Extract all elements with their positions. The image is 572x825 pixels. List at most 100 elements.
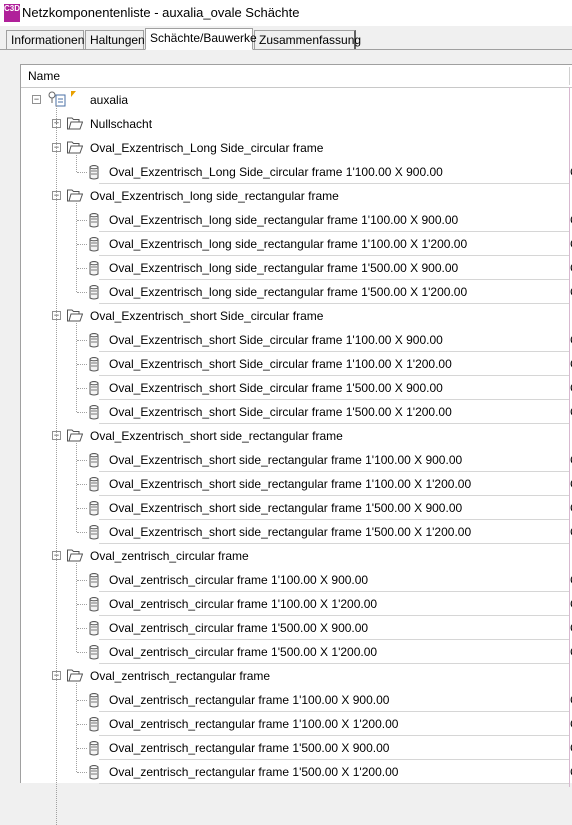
- tree-connector: [77, 220, 87, 221]
- tree-item-label: Oval_Exzentrisch_long side_rectangular f…: [109, 213, 459, 227]
- tree-item[interactable]: Oval_Exzentrisch_short side_rectangular …: [21, 472, 572, 496]
- tree-connector: [77, 700, 87, 701]
- tree-item[interactable]: Oval_Exzentrisch_short side_rectangular …: [21, 448, 572, 472]
- tree-item[interactable]: Oval_Exzentrisch_long side_rectangular f…: [21, 208, 572, 232]
- tab-zusammenfassung[interactable]: Zusammenfassung: [254, 30, 361, 49]
- tree-connector: [77, 508, 87, 509]
- tree-connector: [77, 172, 87, 173]
- manhole-structure-icon: [88, 404, 100, 420]
- tree-item[interactable]: Oval_Exzentrisch_short side_rectangular …: [21, 520, 572, 544]
- manhole-structure-icon: [88, 212, 100, 228]
- tree-connector: [77, 604, 87, 605]
- tree-connector: [76, 153, 77, 172]
- manhole-structure-icon: [88, 452, 100, 468]
- tree-connector: [76, 561, 77, 652]
- tree-item-label: Oval_Exzentrisch_long side_rectangular f…: [109, 285, 468, 299]
- manhole-structure-icon: [88, 260, 100, 276]
- tree-group[interactable]: − Oval_Exzentrisch_short side_rectangular…: [21, 424, 572, 448]
- tree-connector: [76, 441, 77, 532]
- tree-item[interactable]: Oval_zentrisch_circular frame 1'100.00 X…: [21, 592, 572, 616]
- tree-item-label: Oval_Exzentrisch_short side_rectangular …: [109, 501, 463, 515]
- tree-item-label: Oval_zentrisch_rectangular frame 1'100.0…: [109, 693, 390, 707]
- tree-connector: [77, 628, 87, 629]
- tab-informationen[interactable]: Informationen: [6, 30, 84, 49]
- tree-item-label: Oval_Exzentrisch_short side_rectangular …: [109, 525, 472, 539]
- tree-item-label: Oval_Exzentrisch_short Side_circular fra…: [109, 381, 443, 395]
- tree-group[interactable]: − Oval_Exzentrisch_short Side_circular fr…: [21, 304, 572, 328]
- tree-connector: [77, 340, 87, 341]
- tree-connector: [77, 364, 87, 365]
- tree-connector: [56, 105, 57, 825]
- tree-item[interactable]: Oval_zentrisch_rectangular frame 1'100.0…: [21, 712, 572, 736]
- tree-item[interactable]: Oval_zentrisch_circular frame 1'100.00 X…: [21, 568, 572, 592]
- tree-item[interactable]: Oval_Exzentrisch_Long Side_circular fram…: [21, 160, 572, 184]
- component-tree-panel: Name − auxalia + Nullschacht − Oval_Exzentris…: [20, 64, 572, 825]
- tree-root-auxalia[interactable]: − auxalia: [21, 88, 572, 112]
- folder-open-icon: [67, 549, 84, 562]
- tree-item[interactable]: Oval_Exzentrisch_short Side_circular fra…: [21, 376, 572, 400]
- tree-group-label: Oval_Exzentrisch_short Side_circular fra…: [90, 309, 324, 323]
- tree-group[interactable]: − Oval_zentrisch_rectangular frame: [21, 664, 572, 688]
- manhole-structure-icon: [88, 284, 100, 300]
- tree-item-label: Oval_Exzentrisch_Long Side_circular fram…: [109, 165, 443, 179]
- tree-connector: [77, 460, 87, 461]
- tab-bar: Informationen Haltungen Schächte/Bauwerk…: [0, 26, 572, 50]
- tree-item[interactable]: Oval_zentrisch_rectangular frame 1'500.0…: [21, 736, 572, 760]
- manhole-structure-icon: [88, 380, 100, 396]
- tab-schaechte-bauwerke[interactable]: Schächte/Bauwerke: [145, 28, 257, 50]
- tree-item[interactable]: Oval_zentrisch_circular frame 1'500.00 X…: [21, 640, 572, 664]
- tree-item[interactable]: Oval_Exzentrisch_long side_rectangular f…: [21, 280, 572, 304]
- tree-item[interactable]: Oval_zentrisch_rectangular frame 1'100.0…: [21, 688, 572, 712]
- tree-item-label: Oval_zentrisch_circular frame 1'500.00 X…: [109, 621, 369, 635]
- collapse-toggle[interactable]: −: [32, 95, 41, 104]
- civil3d-app-icon: C3D: [4, 4, 20, 22]
- folder-open-icon: [67, 189, 84, 202]
- manhole-structure-icon: [88, 524, 100, 540]
- column-separator[interactable]: [569, 67, 570, 85]
- tree-item[interactable]: Oval_Exzentrisch_short Side_circular fra…: [21, 400, 572, 424]
- manhole-structure-icon: [88, 236, 100, 252]
- tree-item-label: Oval_zentrisch_circular frame 1'500.00 X…: [109, 645, 378, 659]
- tree-group[interactable]: − Oval_zentrisch_circular frame: [21, 544, 572, 568]
- folder-icon: [67, 117, 84, 130]
- tree-connector: [77, 388, 87, 389]
- tree-item[interactable]: Oval_zentrisch_rectangular frame 1'500.0…: [21, 760, 572, 784]
- folder-open-icon: [67, 429, 84, 442]
- tree-connector: [77, 580, 87, 581]
- manhole-structure-icon: [88, 644, 100, 660]
- tree-connector: [77, 268, 87, 269]
- manhole-structure-icon: [88, 332, 100, 348]
- tree-connector: [77, 532, 87, 533]
- tree-group-label: Nullschacht: [90, 117, 153, 131]
- tree-group-label: Oval_zentrisch_circular frame: [90, 549, 249, 563]
- tree-item-label: Oval_zentrisch_circular frame 1'100.00 X…: [109, 573, 369, 587]
- tab-divider: [0, 49, 572, 50]
- manhole-structure-icon: [88, 692, 100, 708]
- tab-haltungen[interactable]: Haltungen: [85, 30, 145, 49]
- manhole-structure-icon: [88, 572, 100, 588]
- tree-connector: [77, 412, 87, 413]
- tree-item[interactable]: Oval_zentrisch_circular frame 1'500.00 X…: [21, 616, 572, 640]
- tree-item[interactable]: Oval_Exzentrisch_long side_rectangular f…: [21, 232, 572, 256]
- tree-item[interactable]: Oval_Exzentrisch_short side_rectangular …: [21, 496, 572, 520]
- tree-group[interactable]: − Oval_Exzentrisch_long side_rectangular …: [21, 184, 572, 208]
- tree-connector: [77, 748, 87, 749]
- tree-item[interactable]: Oval_Exzentrisch_short Side_circular fra…: [21, 352, 572, 376]
- tree-connector: [77, 724, 87, 725]
- manhole-structure-icon: [88, 716, 100, 732]
- tree-group-nullschacht[interactable]: + Nullschacht: [21, 112, 572, 136]
- tree-connector: [76, 681, 77, 772]
- tree-item-label: Oval_zentrisch_rectangular frame 1'500.0…: [109, 765, 399, 779]
- tree-group-label: Oval_zentrisch_rectangular frame: [90, 669, 271, 683]
- tree-item-label: Oval_zentrisch_circular frame 1'100.00 X…: [109, 597, 378, 611]
- manhole-structure-icon: [88, 620, 100, 636]
- tree-item-label: Oval_zentrisch_rectangular frame 1'500.0…: [109, 741, 390, 755]
- tree-item-label: Oval_Exzentrisch_short side_rectangular …: [109, 477, 472, 491]
- tree-item[interactable]: Oval_Exzentrisch_short Side_circular fra…: [21, 328, 572, 352]
- tree-group-label: Oval_Exzentrisch_Long Side_circular fram…: [90, 141, 324, 155]
- tree-connector: [77, 772, 87, 773]
- tree-item[interactable]: Oval_Exzentrisch_long side_rectangular f…: [21, 256, 572, 280]
- column-header-name[interactable]: Name: [21, 65, 572, 88]
- manhole-structure-icon: [88, 476, 100, 492]
- tree-group[interactable]: − Oval_Exzentrisch_Long Side_circular fra…: [21, 136, 572, 160]
